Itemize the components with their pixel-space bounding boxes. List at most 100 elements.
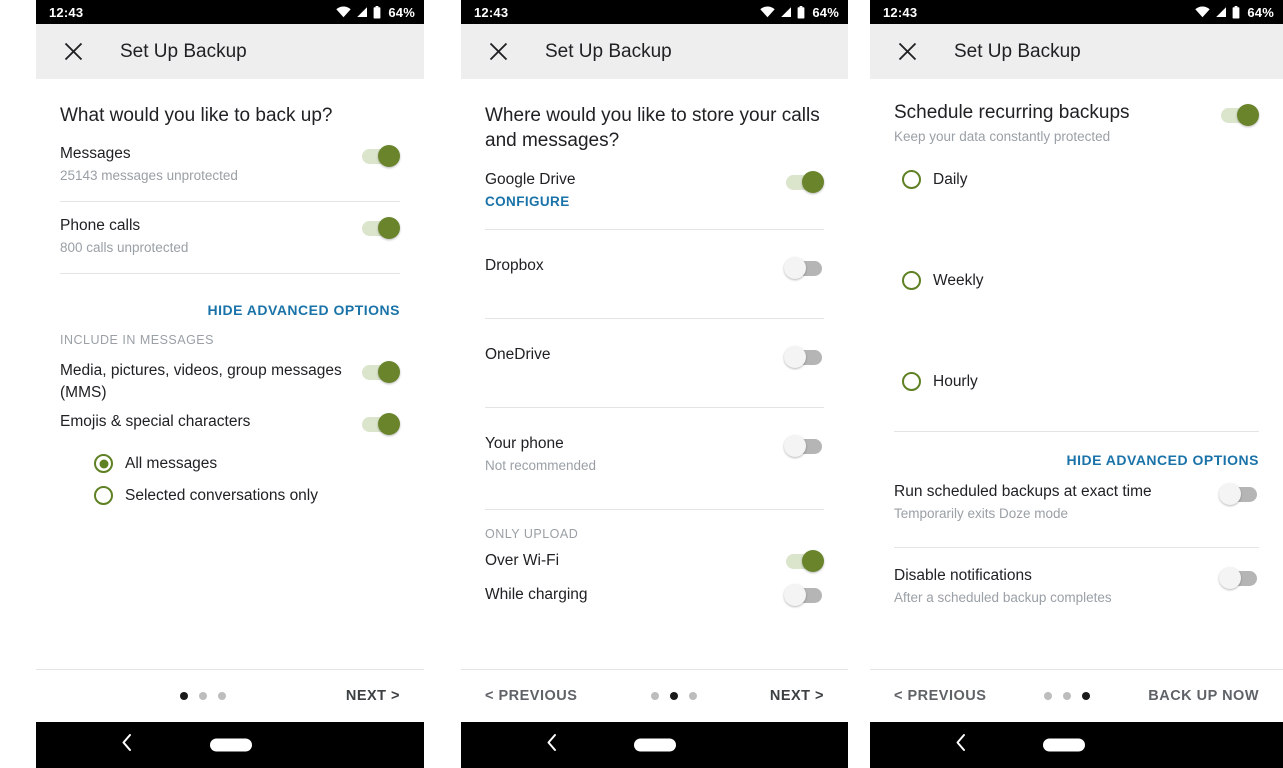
toggle-disable-notifications[interactable] xyxy=(1219,566,1259,590)
radio-label: Hourly xyxy=(933,372,978,390)
system-nav-bar-3 xyxy=(870,722,1283,768)
radio-hourly[interactable]: Hourly xyxy=(902,372,1259,391)
gap-1 xyxy=(424,0,461,768)
battery-percent: 64% xyxy=(812,4,839,20)
page-dot-1[interactable] xyxy=(179,692,188,700)
page-title: Set Up Backup xyxy=(120,40,247,62)
list-item-over-wifi[interactable]: Over Wi-Fi xyxy=(461,541,848,573)
list-item-subtitle: Temporarily exits Doze mode xyxy=(894,506,1069,521)
radio-all-messages[interactable]: All messages xyxy=(94,454,400,473)
back-chevron-icon[interactable] xyxy=(955,734,967,757)
section-label-include-in-messages: INCLUDE IN MESSAGES xyxy=(60,333,214,347)
radio-icon xyxy=(902,170,921,189)
left-margin xyxy=(0,0,36,768)
back-chevron-icon[interactable] xyxy=(546,734,558,757)
toggle-phone-calls[interactable] xyxy=(360,216,400,240)
list-item-phone-calls[interactable]: Phone calls 800 calls unprotected xyxy=(36,202,424,273)
status-clock: 12:43 xyxy=(49,4,84,20)
radio-label: All messages xyxy=(125,454,218,472)
list-item-google-drive[interactable]: Google Drive CONFIGURE xyxy=(461,157,848,229)
page-title: Set Up Backup xyxy=(954,40,1081,62)
back-chevron-icon[interactable] xyxy=(121,734,133,757)
close-icon[interactable] xyxy=(894,39,920,65)
app-bar-2: Set Up Backup xyxy=(461,24,848,79)
list-item-onedrive[interactable]: OneDrive xyxy=(461,319,848,407)
battery-icon xyxy=(797,5,805,19)
system-nav-bar-2 xyxy=(461,722,848,768)
screen-2-question: Where would you like to store your calls… xyxy=(485,105,820,151)
hide-advanced-options-button[interactable]: HIDE ADVANCED OPTIONS xyxy=(894,452,1259,468)
radio-weekly[interactable]: Weekly xyxy=(902,271,1259,290)
list-item-title: While charging xyxy=(485,586,588,603)
list-item-title: Emojis & special characters xyxy=(60,413,251,430)
list-item-schedule-recurring[interactable]: Schedule recurring backups Keep your dat… xyxy=(870,79,1283,146)
schedule-title: Schedule recurring backups xyxy=(894,102,1130,123)
page-title: Set Up Backup xyxy=(545,40,672,62)
home-pill-icon[interactable] xyxy=(210,738,252,752)
signal-icon xyxy=(1215,6,1227,18)
page-dot-1[interactable] xyxy=(1044,692,1053,700)
next-button[interactable]: NEXT > xyxy=(770,688,824,704)
footer-nav-1: NEXT > xyxy=(36,669,424,722)
list-item-mms[interactable]: Media, pictures, videos, group messages … xyxy=(36,347,424,404)
page-dots xyxy=(179,692,226,700)
toggle-onedrive[interactable] xyxy=(784,345,824,369)
list-item-while-charging[interactable]: While charging xyxy=(461,573,848,607)
three-phone-screens: 12:43 64% Set Up Backup What would you l… xyxy=(0,0,1283,768)
status-bar-3: 12:43 64% xyxy=(870,0,1283,24)
list-item-emojis[interactable]: Emojis & special characters xyxy=(36,404,424,436)
toggle-over-wifi[interactable] xyxy=(784,549,824,573)
status-icons: 64% xyxy=(760,5,839,20)
home-pill-icon[interactable] xyxy=(634,738,676,752)
list-item-subtitle: 25143 messages unprotected xyxy=(60,168,238,183)
list-item-dropbox[interactable]: Dropbox xyxy=(461,230,848,318)
radio-selected-conversations[interactable]: Selected conversations only xyxy=(94,486,400,505)
radio-daily[interactable]: Daily xyxy=(902,170,1259,189)
list-item-title: OneDrive xyxy=(485,346,551,363)
page-dot-2[interactable] xyxy=(198,692,207,700)
page-dot-3[interactable] xyxy=(1082,692,1091,700)
list-item-your-phone[interactable]: Your phone Not recommended xyxy=(461,408,848,509)
list-item-exact-time[interactable]: Run scheduled backups at exact time Temp… xyxy=(870,468,1283,547)
configure-link[interactable]: CONFIGURE xyxy=(485,194,570,209)
toggle-your-phone[interactable] xyxy=(784,434,824,458)
home-pill-icon[interactable] xyxy=(1043,738,1085,752)
list-item-title: Dropbox xyxy=(485,257,544,274)
battery-percent: 64% xyxy=(1247,4,1274,20)
radio-label: Daily xyxy=(933,170,968,188)
hide-advanced-options-button[interactable]: HIDE ADVANCED OPTIONS xyxy=(60,302,400,318)
list-item-title: Disable notifications xyxy=(894,567,1032,584)
toggle-schedule-recurring[interactable] xyxy=(1219,103,1259,127)
page-dot-1[interactable] xyxy=(650,692,659,700)
status-bar-2: 12:43 64% xyxy=(461,0,848,24)
page-dot-2[interactable] xyxy=(669,692,678,700)
list-item-title: Media, pictures, videos, group messages … xyxy=(60,362,342,401)
close-icon[interactable] xyxy=(60,39,86,65)
list-item-title: Messages xyxy=(60,145,131,162)
list-item-subtitle: After a scheduled backup completes xyxy=(894,590,1112,605)
next-button[interactable]: NEXT > xyxy=(346,688,400,704)
toggle-emojis[interactable] xyxy=(360,412,400,436)
screen-3-schedule: 12:43 64% Set Up Backup Schedule recurri… xyxy=(870,0,1283,768)
previous-button[interactable]: < PREVIOUS xyxy=(485,688,577,704)
page-dot-2[interactable] xyxy=(1063,692,1072,700)
page-dot-3[interactable] xyxy=(688,692,697,700)
back-up-now-button[interactable]: BACK UP NOW xyxy=(1148,688,1259,704)
list-item-messages[interactable]: Messages 25143 messages unprotected xyxy=(36,132,424,201)
previous-button[interactable]: < PREVIOUS xyxy=(894,688,986,704)
list-item-subtitle: 800 calls unprotected xyxy=(60,240,189,255)
toggle-dropbox[interactable] xyxy=(784,256,824,280)
toggle-while-charging[interactable] xyxy=(784,583,824,607)
page-dot-3[interactable] xyxy=(217,692,226,700)
toggle-mms[interactable] xyxy=(360,360,400,384)
screen-1-what-to-backup: 12:43 64% Set Up Backup What would you l… xyxy=(36,0,424,768)
toggle-exact-time[interactable] xyxy=(1219,482,1259,506)
close-icon[interactable] xyxy=(485,39,511,65)
list-item-title: Your phone xyxy=(485,435,564,452)
status-clock: 12:43 xyxy=(474,4,509,20)
screen-1-question: What would you like to back up? xyxy=(60,105,333,126)
toggle-messages[interactable] xyxy=(360,144,400,168)
footer-nav-2: < PREVIOUS NEXT > xyxy=(461,669,848,722)
toggle-google-drive[interactable] xyxy=(784,170,824,194)
list-item-disable-notifications[interactable]: Disable notifications After a scheduled … xyxy=(870,548,1283,607)
